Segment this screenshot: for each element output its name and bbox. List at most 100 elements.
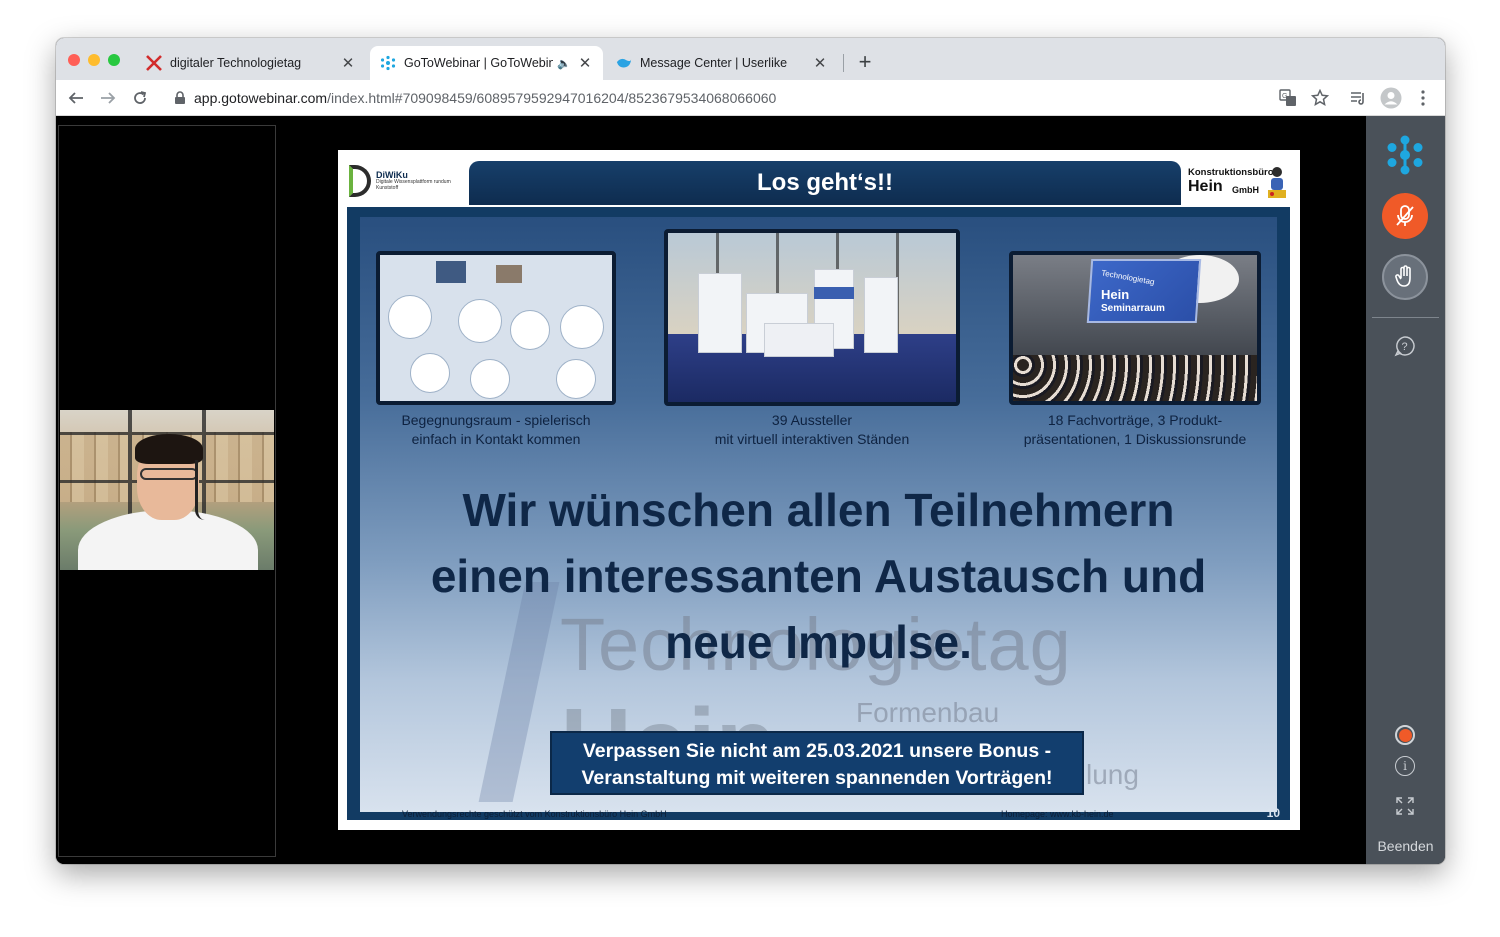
booth-counter — [764, 323, 834, 357]
panel-divider — [1372, 317, 1439, 318]
welcome-message-line: einen interessanten Austausch und — [430, 550, 1207, 602]
diwiku-logo-subtitle: Digitale Wissensplattform rundum Kunstst… — [376, 179, 451, 191]
tab-bar: digitaler Technologietag ✕ GoToWebinar |… — [56, 38, 1445, 80]
lock-icon[interactable] — [174, 91, 186, 105]
x-logo-icon — [146, 55, 162, 71]
close-window-button[interactable] — [68, 54, 80, 66]
back-icon[interactable] — [64, 86, 88, 110]
hein-logo-line2: Hein — [1188, 178, 1223, 195]
new-tab-button[interactable]: + — [853, 50, 877, 74]
bonus-event-banner: Verpassen Sie nicht am 25.03.2021 unsere… — [550, 731, 1084, 795]
slide-title: Los geht‘s!! — [757, 169, 893, 196]
presenter-glasses — [140, 468, 198, 480]
network-node — [388, 295, 432, 339]
svg-text:?: ? — [1402, 341, 1408, 353]
booth-panel — [864, 277, 898, 353]
network-node — [458, 299, 502, 343]
caption-line: mit virtuell interaktiven Ständen — [714, 431, 910, 447]
tab-title: Message Center | Userlike — [640, 56, 788, 70]
gotowebinar-icon — [380, 55, 396, 71]
question-chat-icon[interactable]: ? — [1393, 334, 1417, 358]
diwiku-d-icon — [349, 165, 371, 197]
slide-header: DiWiKu Digitale Wissensplattform rundum … — [347, 159, 1290, 207]
gotowebinar-logo-icon[interactable] — [1384, 134, 1426, 176]
raise-hand-button[interactable] — [1382, 254, 1428, 300]
recording-indicator-icon[interactable] — [1395, 725, 1415, 745]
network-node — [560, 305, 604, 349]
caption-aussteller: 39 Aussteller mit virtuell interaktiven … — [664, 411, 960, 449]
seminar-screen-line3: Seminarraum — [1101, 303, 1165, 314]
diwiku-logo: DiWiKu Digitale Wissensplattform rundum … — [347, 161, 467, 201]
seminar-screen-line2: Hein — [1101, 287, 1130, 302]
presenter-hair — [135, 434, 203, 464]
caption-line: Begegnungsraum - spielerisch — [401, 412, 591, 428]
browser-menu-icon[interactable] — [1411, 86, 1435, 110]
network-node — [470, 359, 510, 399]
thumbnail-begegnungsraum — [376, 251, 616, 405]
minimize-window-button[interactable] — [88, 54, 100, 66]
booth-banner — [814, 287, 854, 299]
tab-title: digitaler Technologietag — [170, 56, 302, 70]
media-controls-icon[interactable] — [1347, 86, 1371, 110]
slide-footer-copyright: Verwendungsrechte geschützt vom Konstruk… — [402, 809, 667, 819]
tab-gotowebinar[interactable]: GoToWebinar | GoToWebinar 🔈 ✕ — [370, 46, 603, 80]
end-session-button[interactable]: Beenden — [1366, 838, 1445, 854]
bonus-line: Veranstaltung mit weiteren spannenden Vo… — [581, 767, 1053, 789]
thumbnail-seminarraum: Technologietag Hein Seminarraum — [1009, 251, 1261, 405]
bonus-line: Verpassen Sie nicht am 25.03.2021 unsere… — [582, 740, 1052, 762]
slide-title-band: Los geht‘s!! — [469, 161, 1181, 205]
caption-line: 18 Fachvorträge, 3 Produkt- — [1047, 412, 1223, 428]
close-tab-icon[interactable]: ✕ — [577, 55, 593, 72]
browser-toolbar: app.gotowebinar.com/index.html#709098459… — [56, 80, 1445, 116]
info-icon[interactable]: i — [1395, 756, 1415, 776]
tab-userlike[interactable]: Message Center | Userlike ✕ — [606, 46, 838, 80]
translate-icon[interactable]: G — [1276, 86, 1300, 110]
webinar-control-panel: ? i Beenden — [1366, 116, 1445, 864]
profile-avatar-icon[interactable] — [1379, 86, 1403, 110]
video-tile — [436, 261, 466, 283]
booth-panel — [698, 273, 742, 353]
slide-footer-homepage: Homepage: www.kb-hein.de — [1001, 809, 1114, 819]
watermark-lung: lung — [1086, 759, 1139, 790]
caption-line: präsentationen, 1 Diskussionsrunde — [1023, 431, 1247, 447]
tab-technologietag[interactable]: digitaler Technologietag ✕ — [136, 46, 366, 80]
bookmark-star-icon[interactable] — [1308, 86, 1332, 110]
network-node — [510, 310, 550, 350]
raise-hand-icon — [1395, 265, 1411, 287]
network-node — [410, 353, 450, 393]
caption-begegnungsraum: Begegnungsraum - spielerisch einfach in … — [376, 411, 616, 449]
tab-title: GoToWebinar | GoToWebinar — [404, 56, 554, 70]
address-bar[interactable]: app.gotowebinar.com/index.html#709098459… — [164, 84, 1304, 112]
mute-microphone-button[interactable] — [1382, 193, 1428, 239]
welcome-message: Wir wünschen allen Teilnehmern einen int… — [380, 477, 1257, 675]
welcome-message-line: neue Impulse. — [665, 616, 972, 668]
hein-logo-line3: GmbH — [1232, 185, 1259, 195]
video-tile — [496, 265, 522, 283]
url-path: /index.html#709098459/608957959294701620… — [327, 90, 777, 106]
headset-mic-icon — [195, 460, 205, 520]
forward-icon[interactable] — [96, 86, 120, 110]
caption-line: 39 Aussteller — [771, 412, 853, 428]
browser-window: digitaler Technologietag ✕ GoToWebinar |… — [56, 38, 1445, 864]
slide-body: Technologietag Hein Formenbau lung — [360, 217, 1277, 812]
thumbnail-aussteller — [664, 229, 960, 406]
userlike-icon — [616, 55, 632, 71]
recording-dot — [1398, 728, 1412, 742]
zoom-window-button[interactable] — [108, 54, 120, 66]
close-tab-icon[interactable]: ✕ — [340, 55, 356, 72]
svg-text:G: G — [1282, 93, 1287, 100]
hein-mascot-icon — [1268, 167, 1286, 198]
webcam-column — [58, 125, 276, 857]
close-tab-icon[interactable]: ✕ — [812, 55, 828, 72]
speaker-icon[interactable]: 🔈 — [557, 57, 571, 70]
slide-frame: DiWiKu Digitale Wissensplattform rundum … — [347, 159, 1290, 820]
fullscreen-icon[interactable] — [1396, 797, 1414, 815]
caption-line: einfach in Kontakt kommen — [411, 431, 581, 447]
presentation-slide: DiWiKu Digitale Wissensplattform rundum … — [338, 150, 1300, 830]
presenter-webcam[interactable] — [60, 410, 274, 570]
reload-icon[interactable] — [128, 86, 152, 110]
webinar-stage: DiWiKu Digitale Wissensplattform rundum … — [56, 116, 1366, 864]
network-node — [556, 359, 596, 399]
tab-separator — [843, 54, 844, 72]
seminar-audience — [1013, 355, 1257, 401]
